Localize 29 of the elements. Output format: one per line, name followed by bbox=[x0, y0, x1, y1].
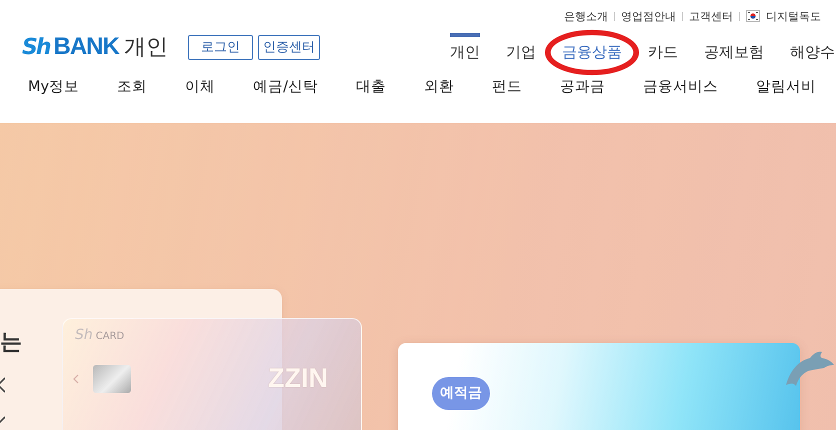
menu-item[interactable]: 공과금 bbox=[560, 77, 605, 96]
card-brand: Sh bbox=[75, 327, 93, 343]
menu-item[interactable]: My정보 bbox=[28, 77, 80, 96]
card-brand-label: CARD bbox=[96, 331, 124, 342]
top-link[interactable]: 영업점안내 bbox=[621, 8, 676, 24]
menu-item[interactable]: 펀드 bbox=[492, 77, 522, 96]
promo-heading: 는 bbox=[0, 329, 22, 357]
chevron-icon bbox=[73, 374, 79, 384]
login-button[interactable]: 로그인 bbox=[188, 34, 253, 60]
certificate-button[interactable]: 인증센터 bbox=[258, 34, 320, 60]
dolphin-icon bbox=[784, 349, 834, 387]
nav-tab[interactable]: 개인 bbox=[450, 32, 480, 62]
top-link[interactable]: 디지털독도 bbox=[766, 8, 821, 24]
nav-tab[interactable]: 공제보험 bbox=[704, 32, 764, 62]
menu-item[interactable]: 대출 bbox=[356, 77, 386, 96]
menu-item[interactable]: 알림서비 bbox=[756, 77, 816, 96]
nav-tab[interactable]: 카드 bbox=[648, 32, 678, 62]
nav-tab[interactable]: 해양수 bbox=[790, 32, 835, 62]
menu-item[interactable]: 예금/신탁 bbox=[253, 77, 318, 96]
bank-logo[interactable]: Sh BANK 개인 bbox=[22, 32, 168, 62]
menu-item[interactable]: 금융서비스 bbox=[642, 77, 718, 96]
card-chip bbox=[93, 364, 131, 392]
menu-item[interactable]: 외환 bbox=[424, 77, 454, 96]
menu-item[interactable]: 이체 bbox=[185, 77, 216, 96]
product-tag: 예적금 bbox=[432, 377, 490, 410]
nav-tab[interactable]: 기업 bbox=[506, 32, 536, 62]
top-link[interactable]: 고객센터 bbox=[689, 8, 733, 24]
menu-item[interactable]: 조회 bbox=[117, 77, 148, 96]
top-link[interactable]: 은행소개 bbox=[564, 8, 608, 24]
